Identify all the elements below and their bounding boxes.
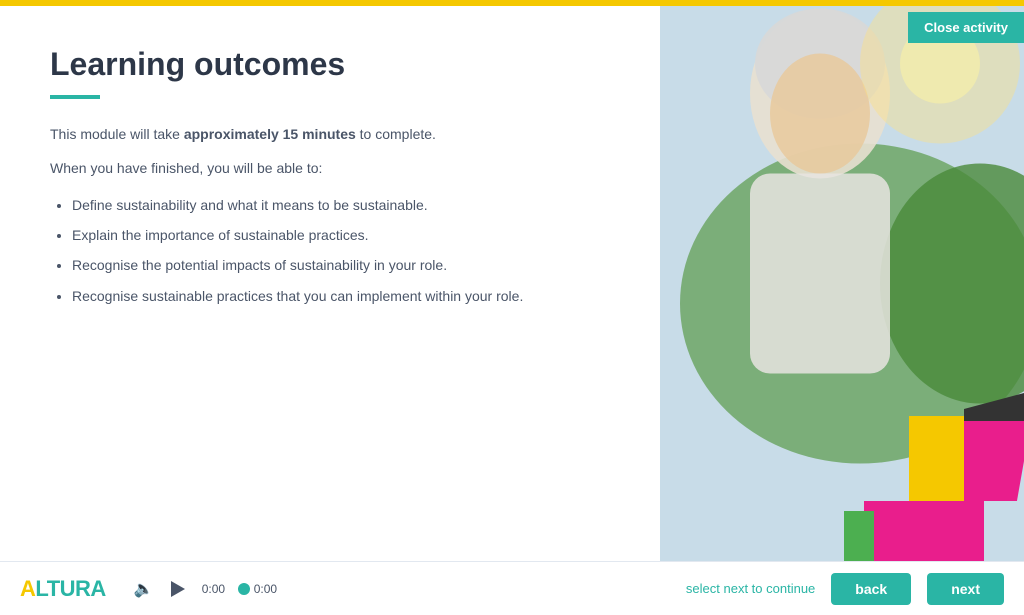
audio-controls: 🔈 0:00 0:00 — [134, 575, 277, 603]
hero-image — [660, 6, 1024, 561]
bullet-item-3: Recognise the potential impacts of susta… — [72, 254, 610, 276]
current-time: 0:00 — [202, 582, 234, 596]
bullet-item-1: Define sustainability and what it means … — [72, 194, 610, 216]
progress-dot — [238, 583, 250, 595]
bottom-bar: ALTURA 🔈 0:00 0:00 select next to contin… — [0, 561, 1024, 615]
page-heading: Learning outcomes — [50, 46, 610, 83]
intro-text: This module will take approximately 15 m… — [50, 123, 610, 145]
subheading: When you have finished, you will be able… — [50, 157, 610, 179]
geo-magenta-2 — [864, 501, 984, 561]
nav-right: select next to continue back next — [686, 573, 1004, 605]
bullet-item-4: Recognise sustainable practices that you… — [72, 285, 610, 307]
bullet-item-2: Explain the importance of sustainable pr… — [72, 224, 610, 246]
top-yellow-bar — [0, 0, 1024, 6]
logo-ltura: LTURA — [35, 576, 105, 601]
geo-green — [844, 511, 874, 561]
volume-icon[interactable]: 🔈 — [134, 579, 154, 599]
logo-a: A — [20, 576, 35, 601]
end-time: 0:00 — [254, 582, 277, 596]
geometric-shapes — [844, 361, 1024, 561]
main-container: Learning outcomes This module will take … — [0, 0, 1024, 615]
next-button[interactable]: next — [927, 573, 1004, 605]
altura-logo: ALTURA — [20, 576, 106, 602]
right-panel: Close activity — [660, 6, 1024, 615]
teal-divider — [50, 95, 100, 99]
left-panel: Learning outcomes This module will take … — [0, 6, 660, 615]
geo-yellow — [909, 416, 964, 506]
bullet-list: Define sustainability and what it means … — [50, 194, 610, 316]
bold-time: approximately 15 minutes — [184, 126, 356, 142]
back-button[interactable]: back — [831, 573, 911, 605]
select-next-hint: select next to continue — [686, 581, 815, 596]
play-triangle-icon — [171, 581, 185, 597]
play-button[interactable] — [164, 575, 192, 603]
close-activity-button[interactable]: Close activity — [908, 12, 1024, 43]
